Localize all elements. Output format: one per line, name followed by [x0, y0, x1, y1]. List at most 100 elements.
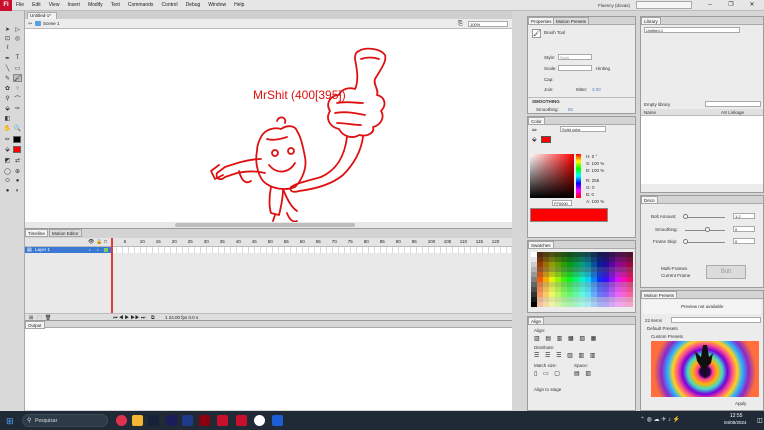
paint-bucket-icon[interactable]: ⬙ [3, 104, 12, 112]
back-arrow-icon[interactable]: ⇦ [28, 21, 32, 27]
brush-shape-icon[interactable]: ● [3, 187, 12, 195]
flash-icon[interactable] [199, 415, 210, 426]
fill-color-icon[interactable]: ⬙ [3, 145, 12, 153]
text-tool-icon[interactable]: T [13, 54, 22, 62]
tab-motion-presets[interactable]: Motion Presets [641, 291, 678, 299]
stroke-color-swatch[interactable] [13, 136, 21, 143]
frame-skip-slider[interactable] [683, 239, 688, 244]
layer-name[interactable]: Layer 1 [35, 247, 50, 253]
menu-file[interactable]: File [12, 0, 28, 11]
library-search[interactable] [705, 101, 761, 107]
edit-scene-icon[interactable]: ⎘ [458, 21, 463, 28]
deco-tool-icon[interactable]: ✿ [3, 84, 12, 92]
document-tab[interactable]: Untitled-1* [27, 12, 57, 19]
animate-icon[interactable] [166, 415, 177, 426]
miter-value[interactable]: 3.00 [592, 87, 601, 92]
smoothing-value[interactable]: 50 [568, 107, 573, 112]
line-tool-icon[interactable]: ╲ [3, 64, 12, 72]
swatch-cell[interactable] [627, 302, 633, 307]
menu-view[interactable]: View [45, 0, 64, 11]
pressure-icon[interactable]: ◐ [13, 187, 22, 195]
search-help-field[interactable] [636, 1, 692, 9]
close-button[interactable]: ✕ [742, 0, 762, 11]
scene-label[interactable]: Scene 1 [43, 21, 60, 26]
hinting-checkbox[interactable]: Hinting [596, 66, 610, 71]
maximize-button[interactable]: ❐ [721, 0, 741, 11]
search-box[interactable]: ⚲ Pesquisar [22, 414, 108, 427]
align-buttons-icon[interactable]: ▥ ▤ ▥ ▦ ▧ ▦ [534, 335, 598, 342]
b-value[interactable]: B: 100 % [586, 168, 604, 173]
bone-tool-icon[interactable]: ⚲ [3, 94, 12, 102]
column-linkage[interactable]: AS Linkage [721, 110, 744, 115]
layer-outline-icon[interactable] [104, 248, 108, 252]
h-value[interactable]: H: 0 ° [586, 154, 597, 159]
default-presets-folder[interactable]: Default Presets [647, 326, 678, 331]
match-size-buttons-icon[interactable]: ▯ ▭ ▢ [534, 370, 562, 377]
color-picker-field[interactable] [530, 154, 574, 198]
bolt-amount-field[interactable]: 1.2 [733, 213, 755, 219]
fill-bucket-icon[interactable]: ⬙ [532, 136, 537, 143]
swatch-grid[interactable] [531, 252, 633, 310]
clock-time[interactable]: 12:55 [730, 413, 743, 419]
app-icon[interactable] [272, 415, 283, 426]
bolt-button[interactable]: Bolt [706, 265, 746, 279]
tab-deco[interactable]: Deco [641, 196, 658, 204]
bolt-amount-slider[interactable] [683, 214, 688, 219]
style-select[interactable]: Solid [558, 54, 592, 60]
lock-icon[interactable]: 🔒 [96, 239, 102, 245]
menu-text[interactable]: Text [107, 0, 124, 11]
column-name[interactable]: Name [644, 110, 656, 115]
alpha-value[interactable]: A: 100 % [586, 199, 604, 204]
zoom-tool-icon[interactable]: 🔍 [13, 124, 22, 132]
tray-icons[interactable]: ⌃ ◍ ☁ ✈ ♪ ⚡ [640, 416, 680, 423]
g-value[interactable]: G: 0 [586, 185, 595, 190]
current-frame-checkbox[interactable]: Current Frame [661, 273, 690, 278]
r-value[interactable]: R: 255 [586, 178, 599, 183]
deco-smoothing-field[interactable]: 0 [733, 226, 755, 232]
file-explorer-icon[interactable] [132, 415, 143, 426]
steam-icon[interactable] [148, 415, 159, 426]
space-buttons-icon[interactable]: ▤ ▥ [574, 370, 593, 377]
notification-icon[interactable]: ◫ [757, 417, 763, 424]
tab-library[interactable]: Library [641, 17, 661, 25]
menu-control[interactable]: Control [157, 0, 181, 11]
layer-row[interactable]: ▤ Layer 1 • • [25, 247, 111, 253]
menu-modify[interactable]: Modify [84, 0, 107, 11]
menu-edit[interactable]: Edit [28, 0, 45, 11]
eye-icon[interactable]: 👁 [88, 239, 94, 245]
free-transform-icon[interactable]: ⊡ [3, 34, 12, 42]
tab-output[interactable]: Output [25, 321, 45, 329]
eyedropper-icon[interactable]: ✑ [13, 104, 22, 112]
pencil-tool-icon[interactable]: ✎ [3, 74, 12, 82]
3d-rotation-icon[interactable]: ◎ [13, 34, 22, 42]
presets-search[interactable] [671, 317, 761, 323]
black-white-icon[interactable]: ◩ [3, 156, 12, 164]
menu-insert[interactable]: Insert [63, 0, 84, 11]
frame-skip-field[interactable]: 0 [733, 238, 755, 244]
multi-frames-checkbox[interactable]: Multi-Frames [661, 266, 687, 271]
align-to-stage-checkbox[interactable]: Align to stage [534, 387, 561, 392]
tab-properties[interactable]: Properties [528, 17, 555, 25]
color-type-select[interactable]: Solid color [560, 126, 606, 132]
fill-color-swatch[interactable] [13, 146, 21, 153]
apply-button[interactable]: Apply [735, 401, 746, 406]
windows-start-icon[interactable]: ⊞ [6, 416, 14, 427]
tab-align[interactable]: Align [528, 317, 545, 325]
menu-commands[interactable]: Commands [124, 0, 158, 11]
pen-tool-icon[interactable]: ✒ [3, 54, 12, 62]
selection-tool-icon[interactable]: ➤ [3, 25, 12, 33]
chrome-icon[interactable] [254, 415, 265, 426]
playhead[interactable] [111, 238, 113, 313]
stage[interactable]: MrShit (400[395]) [25, 29, 512, 228]
smoothing-section[interactable]: SMOOTHING [532, 99, 560, 104]
deco-smoothing-slider[interactable] [705, 227, 710, 232]
tab-color[interactable]: Color [528, 117, 545, 125]
frame-cells[interactable] [111, 247, 511, 253]
eraser-icon[interactable]: ◧ [3, 114, 12, 122]
s-value[interactable]: S: 100 % [586, 161, 604, 166]
tab-motion-editor[interactable]: Motion Editor [49, 229, 82, 237]
red-app-icon-2[interactable] [236, 415, 247, 426]
photoshop-icon[interactable] [182, 415, 193, 426]
tab-timeline[interactable]: Timeline [25, 229, 48, 237]
layer-lock-icon[interactable]: • [97, 247, 98, 252]
